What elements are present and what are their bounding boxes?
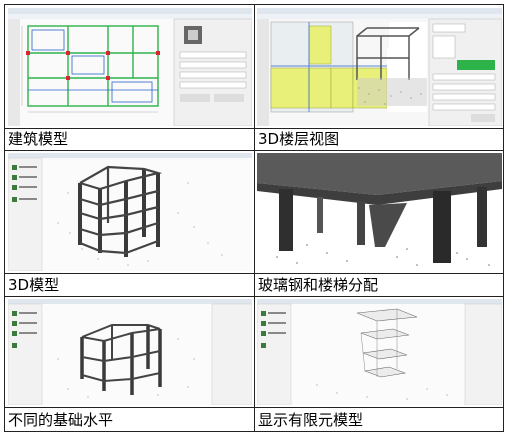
row-divider bbox=[5, 296, 503, 297]
image-grid: 建筑模型 3D楼层视图 3D模型 玻璃钢和楼梯分配 不同的基础水平 显示有限元模… bbox=[4, 4, 504, 432]
row-divider bbox=[5, 407, 503, 408]
caption-3d-floor-view: 3D楼层视图 bbox=[258, 130, 340, 148]
row-divider bbox=[5, 273, 503, 274]
caption-foundation-levels: 不同的基础水平 bbox=[8, 411, 114, 429]
column-divider bbox=[254, 5, 255, 431]
caption-finite-element-model: 显示有限元模型 bbox=[258, 411, 364, 429]
architectural-model-screenshot bbox=[8, 8, 252, 126]
finite-element-model-screenshot bbox=[257, 299, 502, 405]
3d-floor-view-screenshot bbox=[257, 8, 502, 126]
caption-steel-and-stair: 玻璃钢和楼梯分配 bbox=[258, 276, 379, 294]
row-divider bbox=[5, 150, 503, 151]
caption-3d-model: 3D模型 bbox=[8, 276, 60, 294]
foundation-levels-screenshot bbox=[8, 299, 252, 405]
steel-and-stair-screenshot bbox=[257, 153, 502, 271]
3d-model-screenshot bbox=[8, 153, 252, 271]
caption-architectural-model: 建筑模型 bbox=[8, 130, 69, 148]
